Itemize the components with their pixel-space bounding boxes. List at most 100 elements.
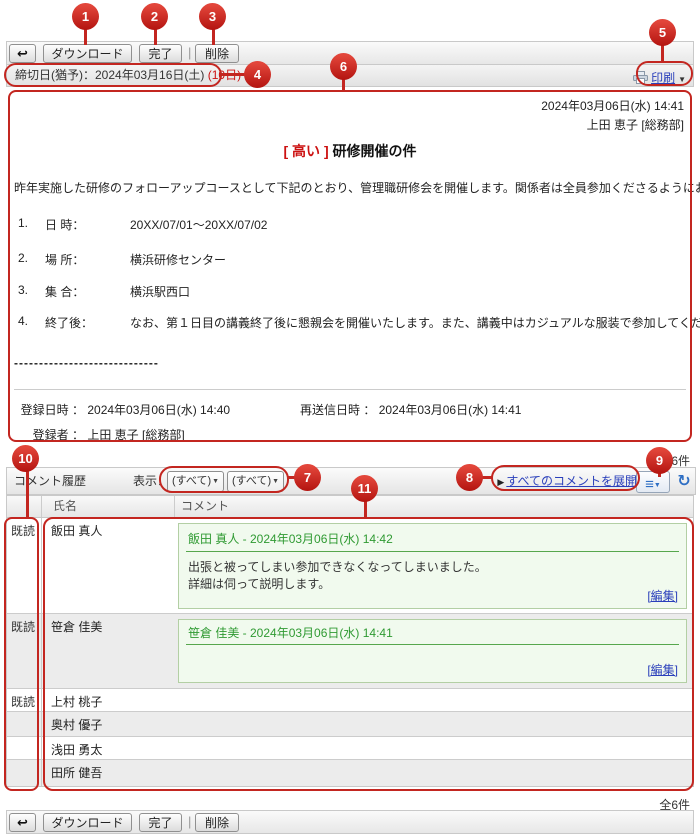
column-divider: [41, 712, 42, 736]
back-icon: ↩: [17, 815, 28, 830]
column-divider: [41, 614, 42, 688]
table-row: 浅田 勇太: [7, 737, 693, 760]
column-divider: [41, 689, 42, 711]
callout-6: 6: [330, 53, 357, 80]
complete-button[interactable]: 完了: [139, 44, 182, 63]
commenter-name: 飯田 真人: [51, 524, 103, 538]
annotation-line: [212, 28, 215, 45]
annotation-line: [84, 28, 87, 45]
complete-button-label: 完了: [148, 47, 173, 61]
commenter-name: 奥村 優子: [51, 718, 103, 732]
download-button-label: ダウンロード: [51, 47, 124, 61]
print-caret-icon[interactable]: ▼: [678, 75, 686, 84]
printer-icon: [632, 71, 648, 84]
back-icon: ↩: [17, 46, 28, 61]
toolbar-separator: |: [188, 814, 192, 829]
comment-table-header: 氏名 コメント: [6, 495, 694, 518]
callout-8: 8: [456, 464, 483, 491]
registered-datetime: 登録日時 ： 2024年03月06日(水) 14:40: [20, 403, 231, 417]
table-row: 田所 健吾: [7, 760, 693, 786]
title-text: 研修開催の件: [332, 143, 417, 159]
display-label: 表示：: [133, 474, 170, 488]
back-button[interactable]: ↩: [9, 44, 36, 63]
download-button-label: ダウンロード: [51, 816, 124, 830]
resent-datetime: 再送信日時 ： 2024年03月06日(水) 14:41: [300, 403, 522, 417]
comment-text: 出張と被ってしまい参加できなくなってしまいました。: [188, 560, 487, 574]
comment-menu-button[interactable]: ≡▼: [636, 471, 670, 493]
commenter-name: 田所 健吾: [51, 766, 103, 780]
read-status: 既読: [11, 524, 36, 538]
read-status: 既読: [11, 695, 36, 709]
triangle-right-icon: ▶: [497, 477, 505, 487]
print-link[interactable]: 印刷: [651, 71, 675, 85]
dashed-line: -----------------------------: [14, 356, 159, 370]
message-title: [ 高い ] 研修開催の件: [0, 141, 700, 161]
edit-link[interactable]: [編集]: [647, 661, 678, 678]
table-row: 既読 笹倉 佳美 笹倉 佳美 - 2024年03月06日(水) 14:41 [編…: [7, 614, 693, 689]
complete-button[interactable]: 完了: [139, 813, 182, 832]
comment-text: 詳細は伺って説明します。: [188, 577, 331, 591]
table-row: 既読 飯田 真人 飯田 真人 - 2024年03月06日(水) 14:42 出張…: [7, 518, 693, 614]
hamburger-icon: ≡: [645, 476, 654, 493]
complete-button-label: 完了: [148, 816, 173, 830]
annotation-line: [220, 73, 245, 76]
expand-all-comments-link[interactable]: ▶ すべてのコメントを展開: [497, 468, 637, 495]
column-header-comment: コメント: [181, 499, 230, 513]
column-header-name: 氏名: [53, 499, 78, 513]
list-item: 2. 場 所： 横浜研修センター: [18, 251, 227, 267]
page: ↩ ダウンロード▼ 完了 | 削除 締切日(猶予)：2024年03月16日(土)…: [0, 0, 700, 834]
callout-3: 3: [199, 3, 226, 30]
comment-box: 笹倉 佳美 - 2024年03月06日(水) 14:41 [編集]: [178, 619, 687, 683]
delete-button-label: 削除: [204, 47, 229, 61]
table-row: 既読 上村 桃子: [7, 689, 693, 712]
download-button[interactable]: ダウンロード▼: [43, 813, 132, 832]
delete-button[interactable]: 削除: [195, 813, 239, 832]
priority-label: [ 高い ]: [283, 143, 329, 159]
callout-11: 11: [351, 475, 378, 502]
callout-7: 7: [294, 464, 321, 491]
delete-button-label: 削除: [204, 816, 229, 830]
edit-link[interactable]: [編集]: [647, 587, 678, 604]
callout-5: 5: [649, 19, 676, 46]
comment-divider: [186, 551, 679, 552]
message-body: 昨年実施した研修のフォローアップコースとして下記のとおり、管理職研修会を開催しま…: [14, 181, 700, 195]
column-divider: [41, 518, 42, 613]
comment-filter-select-1[interactable]: (すべて) ▼: [167, 471, 224, 492]
commenter-name: 浅田 勇太: [51, 743, 103, 757]
commenter-name: 笹倉 佳美: [51, 620, 103, 634]
read-status: 既読: [11, 620, 36, 634]
bottom-toolbar: ↩ ダウンロード▼ 完了 | 削除: [6, 810, 694, 834]
comment-table: 既読 飯田 真人 飯田 真人 - 2024年03月06日(水) 14:42 出張…: [6, 518, 694, 787]
list-item: 3. 集 合： 横浜駅西口: [18, 283, 191, 299]
message-divider: [14, 389, 686, 391]
print-area: 印刷 ▼: [632, 68, 686, 90]
toolbar-separator: |: [188, 45, 192, 60]
deadline-text: 締切日(猶予)：2024年03月16日(土) (10日): [15, 65, 241, 85]
column-divider: [41, 737, 42, 759]
message-datetime: 2024年03月06日(水) 14:41: [541, 99, 684, 113]
download-button[interactable]: ダウンロード▼: [43, 44, 132, 75]
callout-10: 10: [12, 445, 39, 472]
refresh-icon: ↻: [677, 473, 691, 490]
back-button[interactable]: ↩: [9, 813, 36, 832]
comment-divider: [186, 644, 679, 645]
comment-filter-select-2[interactable]: (すべて) ▼: [227, 471, 284, 492]
chevron-down-icon: ▼: [272, 478, 279, 485]
refresh-button[interactable]: ↻: [675, 471, 693, 493]
comment-box: 飯田 真人 - 2024年03月06日(水) 14:42 出張と被ってしまい参加…: [178, 523, 687, 609]
chevron-down-icon: ▼: [212, 478, 219, 485]
callout-2: 2: [141, 3, 168, 30]
annotation-line: [26, 471, 29, 518]
table-row: 奥村 優子: [7, 712, 693, 737]
registered-by: 登録者 ： 上田 恵子 [総務部]: [32, 428, 185, 442]
annotation-line: [154, 28, 157, 45]
column-divider: [174, 496, 175, 517]
list-item: 4. 終了後： なお、第１日目の講義終了後に懇親会を開催いたします。また、講義中はカ…: [18, 314, 700, 330]
commenter-name: 上村 桃子: [51, 695, 103, 709]
column-divider: [41, 760, 42, 786]
message-author: 上田 恵子 [総務部]: [586, 118, 684, 132]
callout-4: 4: [244, 61, 271, 88]
callout-9: 9: [646, 447, 673, 474]
delete-button[interactable]: 削除: [195, 44, 239, 63]
annotation-line: [661, 44, 664, 62]
